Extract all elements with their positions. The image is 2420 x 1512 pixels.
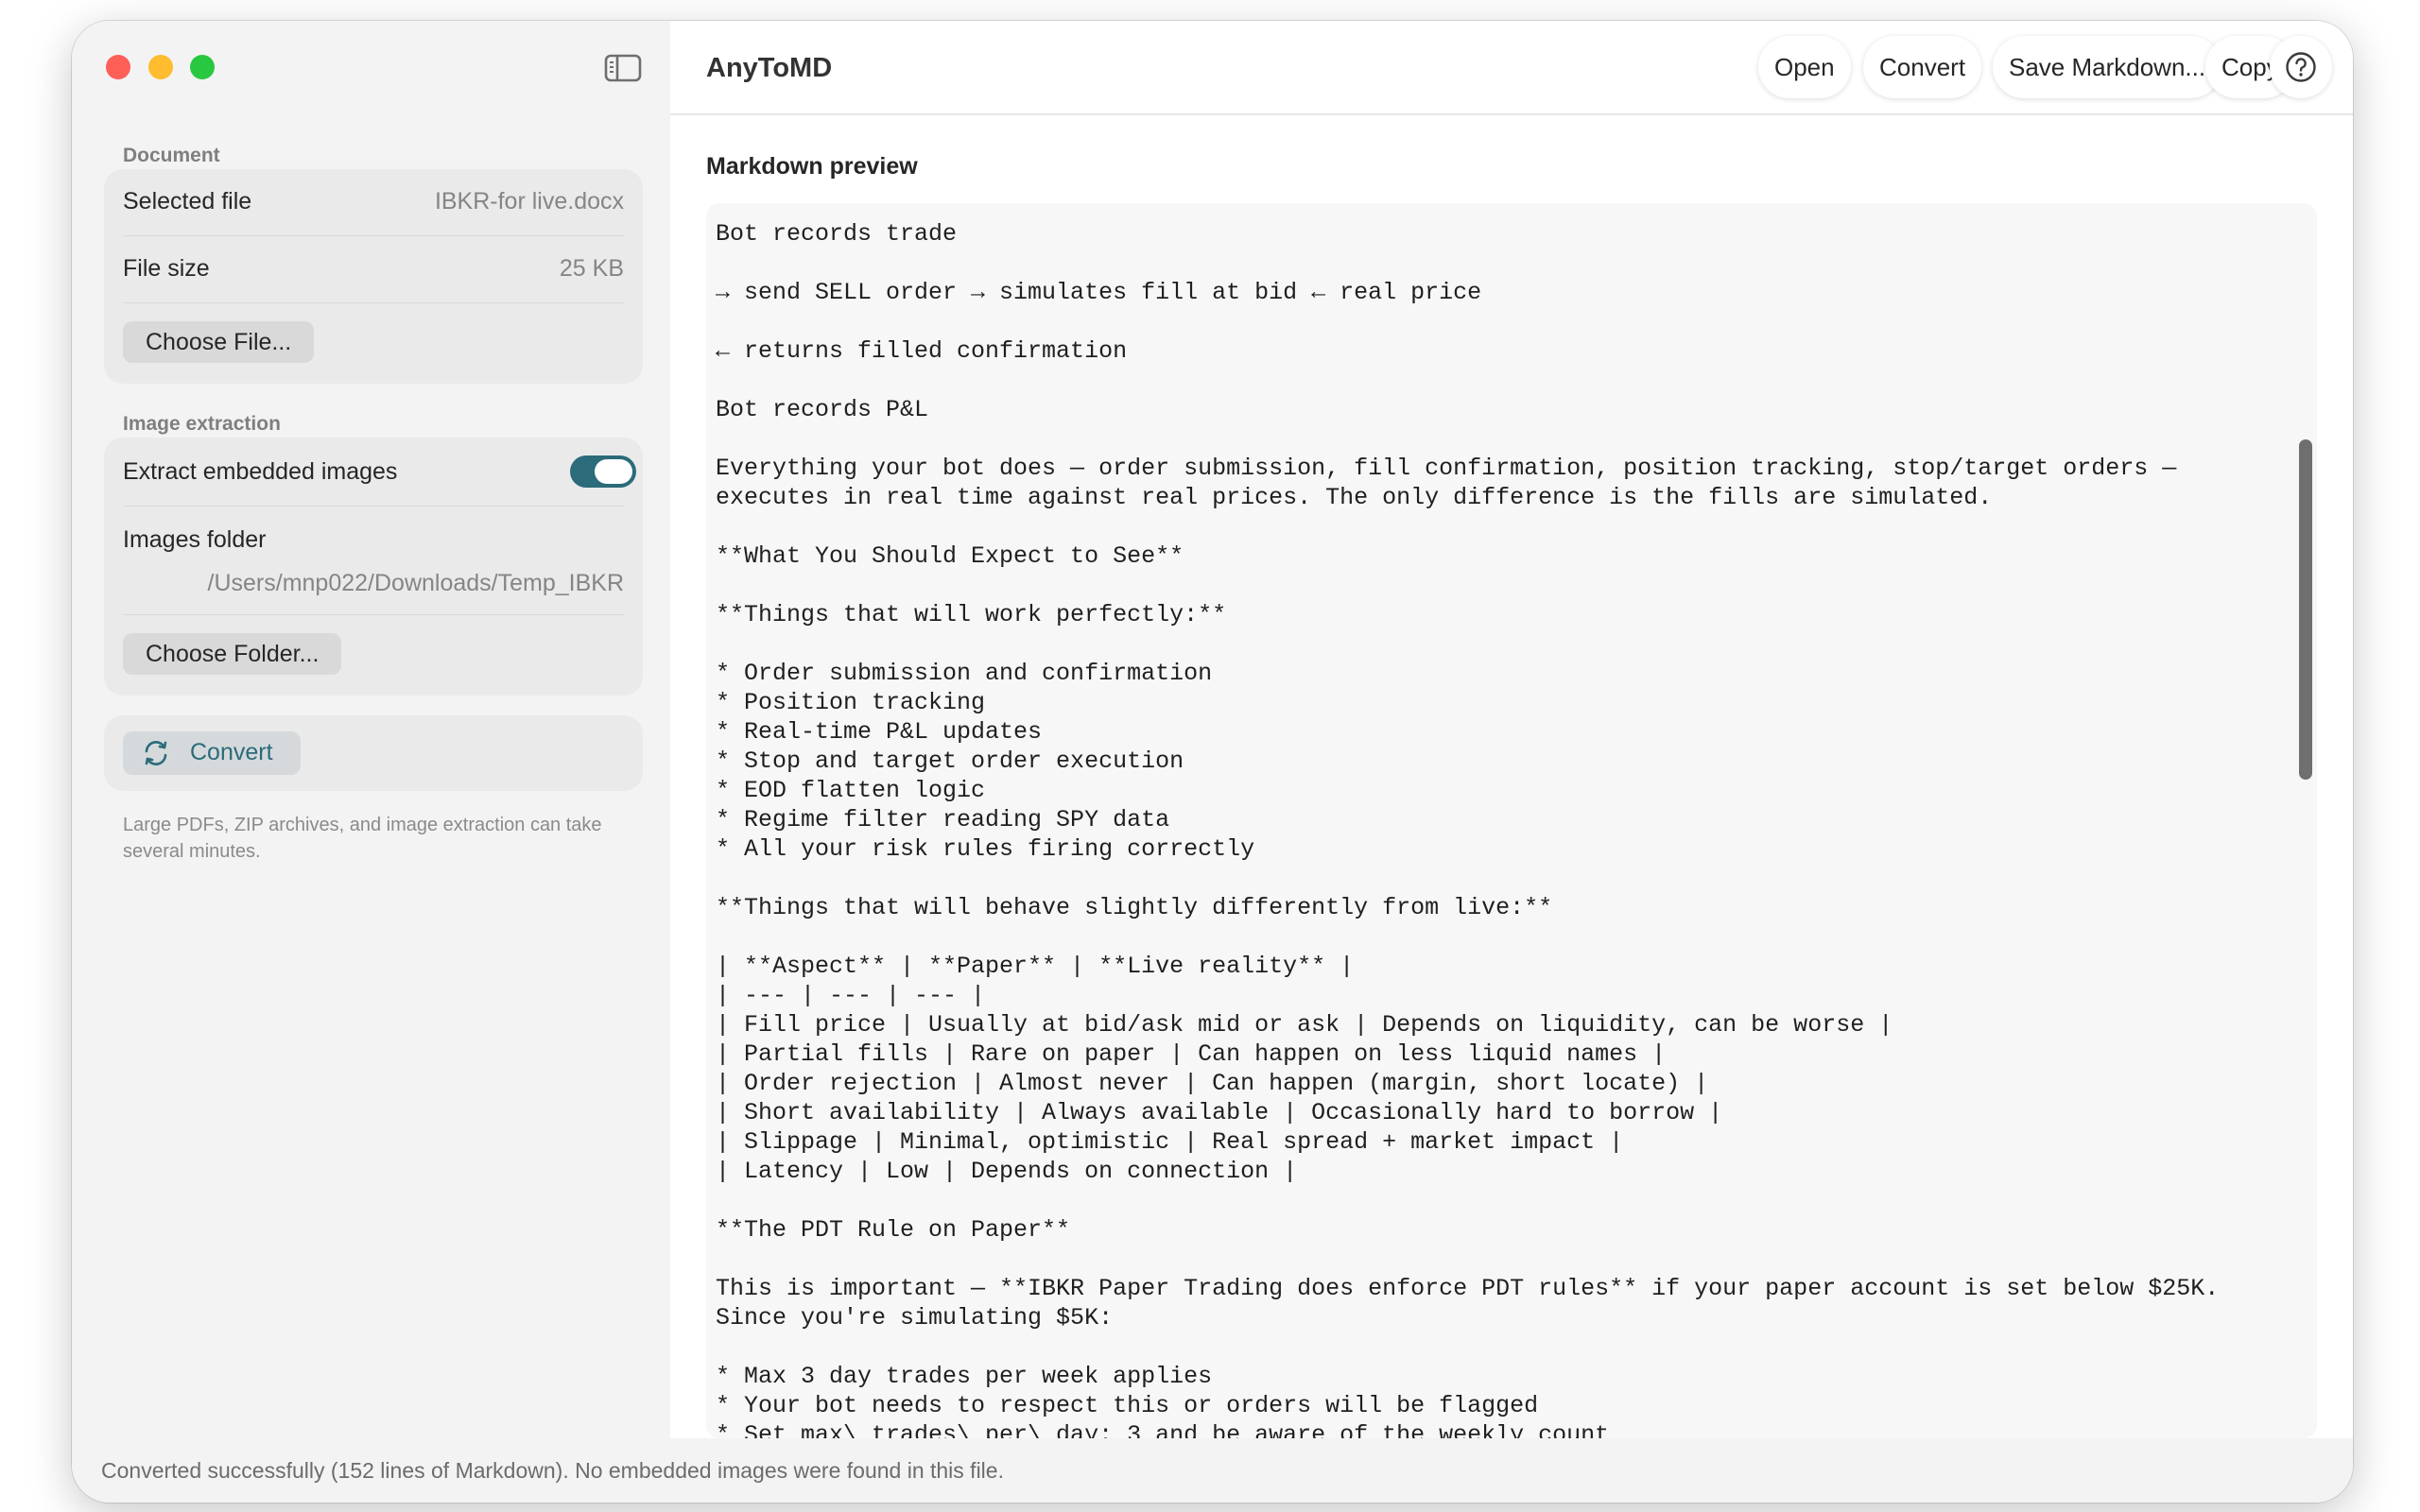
choose-folder-button[interactable]: Choose Folder... <box>123 633 342 675</box>
help-button[interactable] <box>2270 36 2332 98</box>
zoom-window-button[interactable] <box>190 55 215 79</box>
convert-button[interactable]: Convert <box>1863 36 1982 98</box>
divider <box>123 302 624 303</box>
file-size-value: 25 KB <box>559 255 624 282</box>
extract-images-toggle[interactable] <box>570 455 636 488</box>
open-button[interactable]: Open <box>1758 36 1851 98</box>
question-circle-icon <box>2286 52 2316 82</box>
refresh-icon <box>145 741 167 765</box>
minimize-window-button[interactable] <box>148 55 173 79</box>
selected-file-value: IBKR-for live.docx <box>434 188 624 215</box>
status-message: Converted successfully (152 lines of Mar… <box>101 1458 1004 1483</box>
markdown-preview-text[interactable]: Bot records trade → send SELL order → si… <box>716 219 2279 1438</box>
selected-file-label: Selected file <box>123 188 252 215</box>
divider <box>123 235 624 236</box>
toggle-knob <box>595 459 632 484</box>
convert-group: Convert <box>104 715 643 791</box>
file-size-label: File size <box>123 255 210 282</box>
main-pane: AnyToMD Open Convert Save Markdown... Co… <box>670 21 2353 1503</box>
markdown-preview-label: Markdown preview <box>706 153 918 180</box>
images-folder-path: /Users/mnp022/Downloads/Temp_IBKR <box>207 570 624 596</box>
scrollbar-thumb[interactable] <box>2299 439 2312 780</box>
sidebar-toggle-icon[interactable] <box>604 53 642 83</box>
images-folder-label: Images folder <box>123 526 267 553</box>
sidebar-convert-label: Convert <box>190 739 273 765</box>
save-markdown-button[interactable]: Save Markdown... <box>1993 36 2222 98</box>
divider <box>123 614 624 615</box>
close-window-button[interactable] <box>106 55 130 79</box>
document-section-label: Document <box>123 145 220 166</box>
performance-note: Large PDFs, ZIP archives, and image extr… <box>123 815 602 862</box>
image-extraction-group: Extract embedded images Images folder /U… <box>104 438 643 696</box>
choose-file-button[interactable]: Choose File... <box>123 321 315 363</box>
app-title: AnyToMD <box>706 53 833 83</box>
document-group: Selected file IBKR-for live.docx File si… <box>104 169 643 384</box>
image-extraction-section-label: Image extraction <box>123 413 281 435</box>
app-window: Document Selected file IBKR-for live.doc… <box>72 21 2353 1503</box>
extract-images-label: Extract embedded images <box>123 458 398 485</box>
sidebar-convert-button[interactable]: Convert <box>123 731 301 775</box>
sidebar: Document Selected file IBKR-for live.doc… <box>72 21 670 1503</box>
toolbar: AnyToMD Open Convert Save Markdown... Co… <box>670 21 2353 115</box>
markdown-preview[interactable]: Bot records trade → send SELL order → si… <box>706 203 2317 1438</box>
divider <box>123 506 624 507</box>
